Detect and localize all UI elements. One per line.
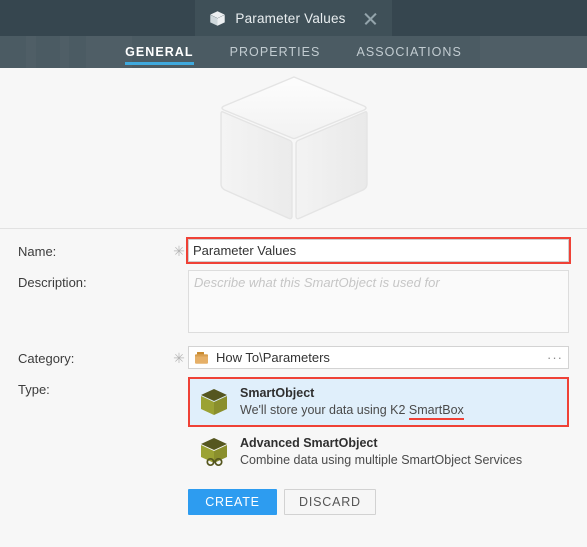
close-icon[interactable] <box>361 9 380 28</box>
smartobject-cube-icon <box>201 389 227 416</box>
advanced-smartobject-icon <box>201 438 227 467</box>
smartbox-link[interactable]: SmartBox <box>408 402 464 420</box>
form-actions: CREATE DISCARD <box>18 488 569 515</box>
tab-associations-label: ASSOCIATIONS <box>356 45 462 59</box>
tab-general-label: GENERAL <box>125 45 194 59</box>
type-row: Type: SmartObject We'll store your data … <box>18 377 569 478</box>
type-label: Type: <box>18 382 50 397</box>
category-value: How To\Parameters <box>216 350 330 365</box>
type-option-smartobject[interactable]: SmartObject We'll store your data using … <box>190 379 567 426</box>
category-label: Category: <box>18 351 75 366</box>
type-option-title: Advanced SmartObject <box>240 436 378 451</box>
tab-properties-label: PROPERTIES <box>229 45 321 59</box>
general-form: Name: ✳ Description: Category: ✳ How To\… <box>0 229 587 515</box>
create-button[interactable]: CREATE <box>188 488 277 515</box>
document-tab-title: Parameter Values <box>235 10 346 26</box>
tab-properties[interactable]: PROPERTIES <box>212 36 339 68</box>
smartobject-cube-icon <box>219 76 368 220</box>
type-option-subtitle: Combine data using multiple SmartObject … <box>240 452 523 467</box>
description-row: Description: <box>18 270 569 338</box>
type-option-advanced-smartobject[interactable]: Advanced SmartObject Combine data using … <box>188 427 569 478</box>
category-required-marker: ✳ <box>173 350 185 366</box>
name-required-marker: ✳ <box>173 243 185 259</box>
cube-icon <box>210 10 226 26</box>
type-option-subtitle: We'll store your data using K2 SmartBox <box>240 402 464 420</box>
background-band <box>480 36 587 68</box>
type-option-list: SmartObject We'll store your data using … <box>188 377 569 428</box>
type-required-spacer <box>170 377 188 381</box>
window-titlebar: Parameter Values <box>0 0 587 36</box>
category-picker[interactable]: How To\Parameters ··· <box>188 346 569 369</box>
type-option-title: SmartObject <box>240 386 315 400</box>
name-row: Name: ✳ <box>18 237 571 264</box>
description-input[interactable] <box>188 270 569 333</box>
folder-icon <box>195 351 208 364</box>
hero-area <box>0 68 587 228</box>
document-tab[interactable]: Parameter Values <box>195 0 392 36</box>
type-option-subtitle-text: We'll store your data using K2 <box>240 402 409 417</box>
background-band <box>60 36 69 68</box>
description-required-spacer <box>170 270 188 274</box>
name-label: Name: <box>18 244 57 259</box>
category-browse-button[interactable]: ··· <box>546 351 564 364</box>
nav-tabbar: GENERAL PROPERTIES ASSOCIATIONS <box>0 36 587 68</box>
background-band <box>26 36 36 68</box>
category-row: Category: ✳ How To\Parameters ··· <box>18 346 569 369</box>
name-input[interactable] <box>186 237 571 264</box>
tab-general[interactable]: GENERAL <box>107 36 211 68</box>
discard-button[interactable]: DISCARD <box>284 488 376 515</box>
description-label: Description: <box>18 275 87 290</box>
tab-associations[interactable]: ASSOCIATIONS <box>338 36 479 68</box>
